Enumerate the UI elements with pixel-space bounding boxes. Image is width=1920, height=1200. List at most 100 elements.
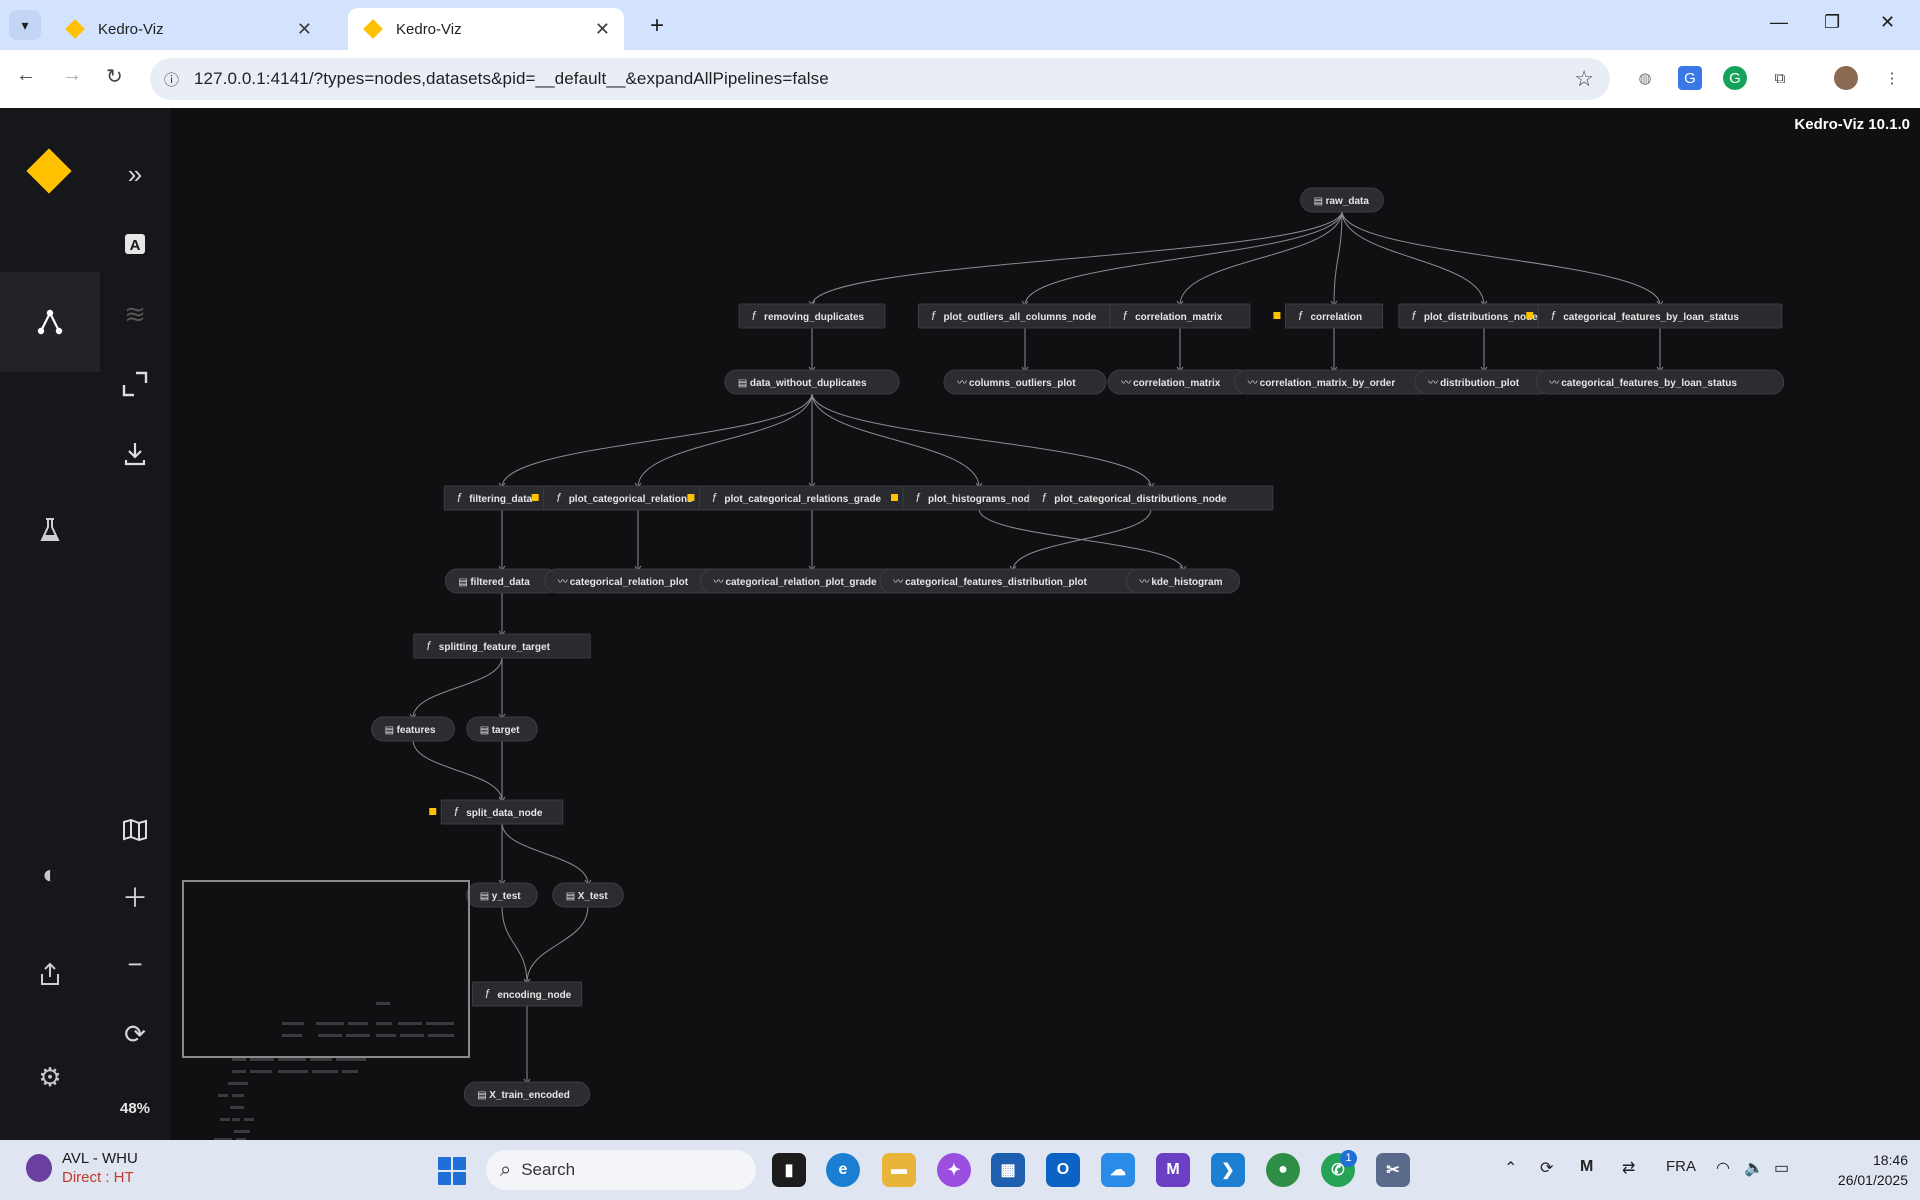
matlab-tray-icon[interactable]: M [1580, 1158, 1593, 1176]
node-label: X_train_encoded [489, 1090, 570, 1101]
pipeline-plot-node[interactable]: 〰 categorical_features_by_loan_status [1535, 369, 1785, 395]
pipeline-task-node[interactable]: f removing_duplicates [738, 303, 886, 329]
flowchart-view-button[interactable] [0, 272, 100, 372]
outlook-icon[interactable]: O [1046, 1153, 1080, 1187]
minimize-icon[interactable]: — [1770, 12, 1788, 33]
pipeline-dataset-node[interactable]: ▤ X_test [552, 882, 624, 908]
tab-close-icon[interactable]: ✕ [595, 19, 610, 40]
pipeline-plot-node[interactable]: 〰 columns_outliers_plot [943, 369, 1107, 395]
site-info-icon[interactable]: ⓘ [164, 69, 194, 90]
node-label: correlation_matrix [1133, 378, 1221, 389]
settings-tray-icon[interactable]: ⇄ [1622, 1158, 1635, 1178]
extensions-puzzle-icon[interactable]: ⧉ [1768, 66, 1792, 90]
node-label: y_test [492, 891, 522, 902]
sync-icon[interactable]: ⟳ [1540, 1158, 1553, 1178]
pipeline-dataset-node[interactable]: ▤ target [466, 716, 538, 742]
pipeline-plot-node[interactable]: 〰 correlation_matrix [1107, 369, 1253, 395]
pipeline-plot-node[interactable]: 〰 kde_histogram [1125, 568, 1241, 594]
node-label: correlation [1310, 312, 1362, 323]
translate-extension-icon[interactable]: G [1678, 66, 1702, 90]
vscode-icon[interactable]: ❯ [1211, 1153, 1245, 1187]
pipeline-task-node[interactable]: f splitting_feature_target [413, 633, 591, 659]
minimap-icon[interactable] [100, 810, 170, 850]
settings-gear-icon[interactable]: ⚙ [36, 1062, 64, 1092]
download-icon[interactable] [100, 434, 170, 474]
cloud-app-icon[interactable]: ☁ [1101, 1153, 1135, 1187]
windows-start-icon[interactable] [438, 1157, 466, 1185]
browser-tab[interactable]: Kedro-Viz ✕ [50, 8, 326, 50]
weather-widget[interactable]: AVL - WHU Direct : HT [26, 1150, 138, 1186]
bookmark-star-icon[interactable]: ☆ [1574, 66, 1594, 92]
new-tab-button[interactable]: + [650, 12, 664, 40]
pipeline-task-node[interactable]: f correlation_matrix [1109, 303, 1251, 329]
pipeline-plot-node[interactable]: 〰 correlation_matrix_by_order [1234, 369, 1434, 395]
tab-close-icon[interactable]: ✕ [297, 19, 312, 40]
back-icon[interactable]: ← [16, 64, 36, 87]
kedro-favicon-icon [363, 19, 383, 39]
volume-icon[interactable]: 🔈 [1744, 1158, 1764, 1178]
weather-title: AVL - WHU [62, 1150, 138, 1167]
pipeline-dataset-node[interactable]: ▤ features [371, 716, 455, 742]
battery-icon[interactable]: ▭ [1774, 1158, 1789, 1178]
export-icon[interactable] [36, 960, 64, 988]
search-placeholder: Search [521, 1160, 576, 1179]
url-text[interactable]: 127.0.0.1:4141/?types=nodes,datasets&pid… [194, 69, 829, 89]
pipeline-plot-node[interactable]: 〰 distribution_plot [1414, 369, 1554, 395]
chrome-icon[interactable]: ● [1266, 1153, 1300, 1187]
snipping-tool-icon[interactable]: ✂ [1376, 1153, 1410, 1187]
address-bar[interactable]: ⓘ 127.0.0.1:4141/?types=nodes,datasets&p… [150, 58, 1610, 100]
pipeline-task-node[interactable]: f categorical_features_by_loan_status [1526, 303, 1783, 329]
pipeline-task-node[interactable]: f correlation [1273, 303, 1384, 329]
task-view-icon[interactable]: ▮ [772, 1153, 806, 1187]
reload-icon[interactable]: ↻ [106, 64, 123, 89]
pipeline-dataset-node[interactable]: ▤ filtered_data [444, 568, 560, 594]
text-labels-icon[interactable]: A [100, 224, 170, 264]
experiment-tracking-button[interactable] [0, 480, 100, 580]
plot-icon: 〰 [1428, 378, 1438, 389]
pipeline-task-node[interactable]: f plot_outliers_all_columns_node [918, 303, 1132, 329]
layers-icon[interactable]: ≋ [100, 294, 170, 334]
pipeline-dataset-node[interactable]: ▤ data_without_duplicates [724, 369, 900, 395]
pipeline-task-node[interactable]: f plot_categorical_distributions_node [1028, 485, 1274, 511]
node-label: split_data_node [466, 808, 543, 819]
zoom-level: 48% [119, 1100, 151, 1117]
copilot-icon[interactable]: ✦ [937, 1153, 971, 1187]
fit-to-screen-icon[interactable] [100, 364, 170, 404]
pipeline-dataset-node[interactable]: ▤ raw_data [1300, 187, 1384, 213]
node-label: removing_duplicates [764, 312, 864, 323]
graph-nodes[interactable]: ▤ raw_data f removing_duplicates f plot_outli… [371, 187, 1785, 1107]
node-label: categorical_features_by_loan_status [1561, 378, 1737, 389]
browser-menu-icon[interactable]: ⋮ [1880, 66, 1904, 90]
edge-browser-icon[interactable]: e [826, 1153, 860, 1187]
taskbar-clock[interactable]: 18:46 26/01/2025 [1838, 1150, 1908, 1190]
language-indicator[interactable]: FRA [1666, 1158, 1696, 1175]
tab-search-dropdown-icon[interactable]: ▾ [9, 10, 41, 40]
profile-avatar[interactable] [1834, 66, 1858, 90]
graph-edge [526, 905, 589, 984]
pipeline-task-node[interactable]: f plot_categorical_relations_grade [687, 485, 926, 511]
expand-sidebar-icon[interactable]: » [100, 154, 170, 194]
plot-icon: 〰 [1549, 378, 1559, 389]
pipeline-task-node[interactable]: f split_data_node [429, 799, 564, 825]
plot-icon: 〰 [1248, 378, 1258, 389]
close-icon[interactable]: ✕ [1880, 12, 1895, 33]
store-icon[interactable]: ▦ [991, 1153, 1025, 1187]
wifi-icon[interactable]: ◠ [1716, 1158, 1730, 1178]
taskbar-search[interactable]: ⌕ Search [486, 1150, 756, 1190]
kedro-logo[interactable] [26, 148, 72, 194]
file-explorer-icon[interactable]: ▬ [882, 1153, 916, 1187]
tray-overflow-icon[interactable]: ⌃ [1504, 1158, 1517, 1178]
browser-tab-active[interactable]: Kedro-Viz ✕ [348, 8, 624, 50]
theme-contrast-icon[interactable]: ◐ [36, 859, 64, 889]
grammarly-extension-icon[interactable]: G [1723, 66, 1747, 90]
mail-app-icon[interactable]: M [1156, 1153, 1190, 1187]
pipeline-task-node[interactable]: f filtering_data [443, 485, 561, 511]
zoom-out-icon[interactable]: − [100, 944, 170, 984]
restore-icon[interactable]: ❐ [1824, 12, 1840, 33]
forward-icon[interactable]: → [62, 64, 82, 87]
minimap[interactable] [170, 878, 490, 1140]
zoom-in-icon[interactable]: ＋ [100, 876, 170, 916]
globe-extension-icon[interactable]: ◍ [1633, 66, 1657, 90]
pipeline-plot-node[interactable]: 〰 categorical_features_distribution_plot [879, 568, 1147, 594]
reset-view-icon[interactable]: ⟳ [100, 1014, 170, 1054]
